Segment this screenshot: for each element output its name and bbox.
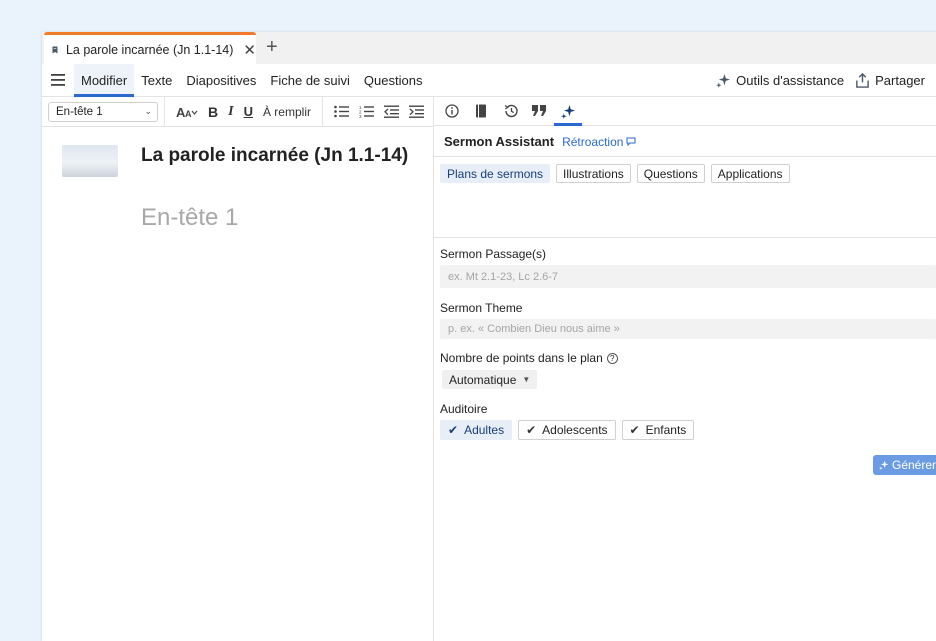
- audience-adultes[interactable]: ✔ Adultes: [440, 420, 513, 440]
- check-icon: ✔: [448, 423, 459, 437]
- bullet-list-icon[interactable]: [329, 102, 354, 122]
- mode-selector: Plans de sermons Illustrations Questions…: [440, 164, 796, 183]
- app-window: La parole incarnée (Jn 1.1-14) ✕ + Modif…: [42, 32, 936, 641]
- help-icon[interactable]: ?: [606, 353, 618, 365]
- indent-icon[interactable]: [404, 102, 429, 122]
- generate-button[interactable]: Générer: [873, 455, 936, 475]
- comment-icon: [626, 137, 636, 146]
- menu-right-actions: Outils d'assistance Partager: [716, 64, 936, 97]
- mode-plans-de-sermons[interactable]: Plans de sermons: [440, 164, 551, 183]
- points-label: Nombre de points dans le plan?: [440, 351, 618, 365]
- chevron-down-icon: ⌄: [144, 105, 152, 116]
- passage-label: Sermon Passage(s): [440, 247, 547, 261]
- menu-diapositives[interactable]: Diapositives: [179, 64, 263, 97]
- panel-tabs: [434, 97, 936, 126]
- menu-texte[interactable]: Texte: [134, 64, 179, 97]
- history-icon[interactable]: [496, 97, 524, 126]
- notebook-icon[interactable]: [467, 97, 495, 126]
- sermon-assistant-tab[interactable]: [554, 97, 582, 126]
- format-toolbar: En-tête 1 ⌄ AA B I U À remplir 123: [42, 96, 433, 127]
- panel-title: Sermon Assistant: [444, 134, 555, 149]
- document-title[interactable]: La parole incarnée (Jn 1.1-14): [141, 145, 408, 167]
- hamburger-menu-icon[interactable]: [42, 64, 74, 97]
- font-size-button[interactable]: AA: [171, 102, 203, 122]
- document-thumbnail[interactable]: [62, 145, 118, 177]
- new-tab-button[interactable]: +: [266, 36, 278, 59]
- sparkle-icon: [716, 73, 731, 88]
- audience-adolescents-label: Adolescents: [542, 423, 608, 437]
- section-divider: [434, 237, 936, 238]
- check-icon: ✔: [629, 423, 640, 437]
- theme-label: Sermon Theme: [440, 301, 523, 315]
- audience-options: ✔ Adultes ✔ Adolescents ✔ Enfants: [440, 420, 700, 440]
- chevron-down-icon: ▼: [522, 375, 531, 384]
- document-icon: [52, 46, 58, 53]
- sparkle-icon: [879, 460, 889, 470]
- underline-button[interactable]: U: [239, 102, 258, 122]
- mode-illustrations[interactable]: Illustrations: [556, 164, 631, 183]
- share-icon: [856, 73, 869, 88]
- document-editor[interactable]: La parole incarnée (Jn 1.1-14) En-tête 1: [42, 128, 433, 641]
- quote-icon[interactable]: [525, 97, 553, 126]
- italic-button[interactable]: I: [223, 102, 238, 122]
- points-dropdown[interactable]: Automatique ▼: [442, 370, 538, 389]
- points-label-text: Nombre de points dans le plan: [440, 351, 603, 365]
- menu-fiche-de-suivi[interactable]: Fiche de suivi: [263, 64, 356, 97]
- toolbar-divider: [164, 96, 165, 127]
- heading-placeholder[interactable]: En-tête 1: [141, 204, 238, 232]
- menu-modifier[interactable]: Modifier: [74, 63, 135, 97]
- document-tab-title: La parole incarnée (Jn 1.1-14): [65, 42, 234, 57]
- mode-questions[interactable]: Questions: [636, 164, 705, 183]
- panel-header: Sermon Assistant Rétroaction: [434, 127, 936, 157]
- menu-questions[interactable]: Questions: [357, 64, 430, 97]
- check-icon: ✔: [526, 423, 537, 437]
- numbered-list-icon[interactable]: 123: [354, 102, 379, 122]
- assist-tools-label: Outils d'assistance: [736, 73, 845, 88]
- font-size-icon: AA: [176, 105, 198, 119]
- menu-bar: Modifier Texte Diapositives Fiche de sui…: [42, 63, 936, 97]
- audience-adultes-label: Adultes: [464, 423, 505, 437]
- share-label: Partager: [875, 73, 925, 88]
- tab-strip: La parole incarnée (Jn 1.1-14) ✕ +: [42, 32, 936, 64]
- assist-tools-button[interactable]: Outils d'assistance: [716, 73, 844, 88]
- audience-label: Auditoire: [440, 402, 488, 416]
- svg-text:3: 3: [359, 114, 362, 118]
- audience-enfants[interactable]: ✔ Enfants: [621, 420, 695, 440]
- points-value: Automatique: [449, 372, 517, 387]
- document-tab[interactable]: La parole incarnée (Jn 1.1-14) ✕: [44, 32, 256, 64]
- fill-in-button[interactable]: À remplir: [258, 102, 316, 122]
- toolbar-divider: [321, 96, 323, 127]
- passage-placeholder: ex. Mt 2.1-23, Lc 2.6-7: [448, 270, 559, 283]
- generate-label: Générer: [892, 458, 936, 472]
- audience-adolescents[interactable]: ✔ Adolescents: [518, 420, 616, 440]
- info-icon[interactable]: [438, 97, 466, 126]
- passage-input[interactable]: ex. Mt 2.1-23, Lc 2.6-7: [440, 265, 936, 288]
- share-button[interactable]: Partager: [855, 73, 925, 88]
- outdent-icon[interactable]: [379, 102, 404, 122]
- sparkle-icon: [560, 104, 575, 119]
- feedback-link[interactable]: Rétroaction: [562, 135, 636, 149]
- bold-button[interactable]: B: [203, 102, 223, 122]
- theme-input[interactable]: p. ex. « Combien Dieu nous aime »: [440, 319, 936, 339]
- mode-applications[interactable]: Applications: [710, 164, 790, 183]
- feedback-label: Rétroaction: [562, 134, 624, 149]
- paragraph-style-select[interactable]: En-tête 1 ⌄: [48, 101, 158, 122]
- close-tab-icon[interactable]: ✕: [243, 41, 256, 59]
- theme-placeholder: p. ex. « Combien Dieu nous aime »: [448, 323, 620, 335]
- pane-divider[interactable]: [433, 97, 434, 641]
- audience-enfants-label: Enfants: [645, 423, 687, 437]
- paragraph-style-value: En-tête 1: [56, 105, 103, 118]
- svg-text:A: A: [185, 109, 192, 119]
